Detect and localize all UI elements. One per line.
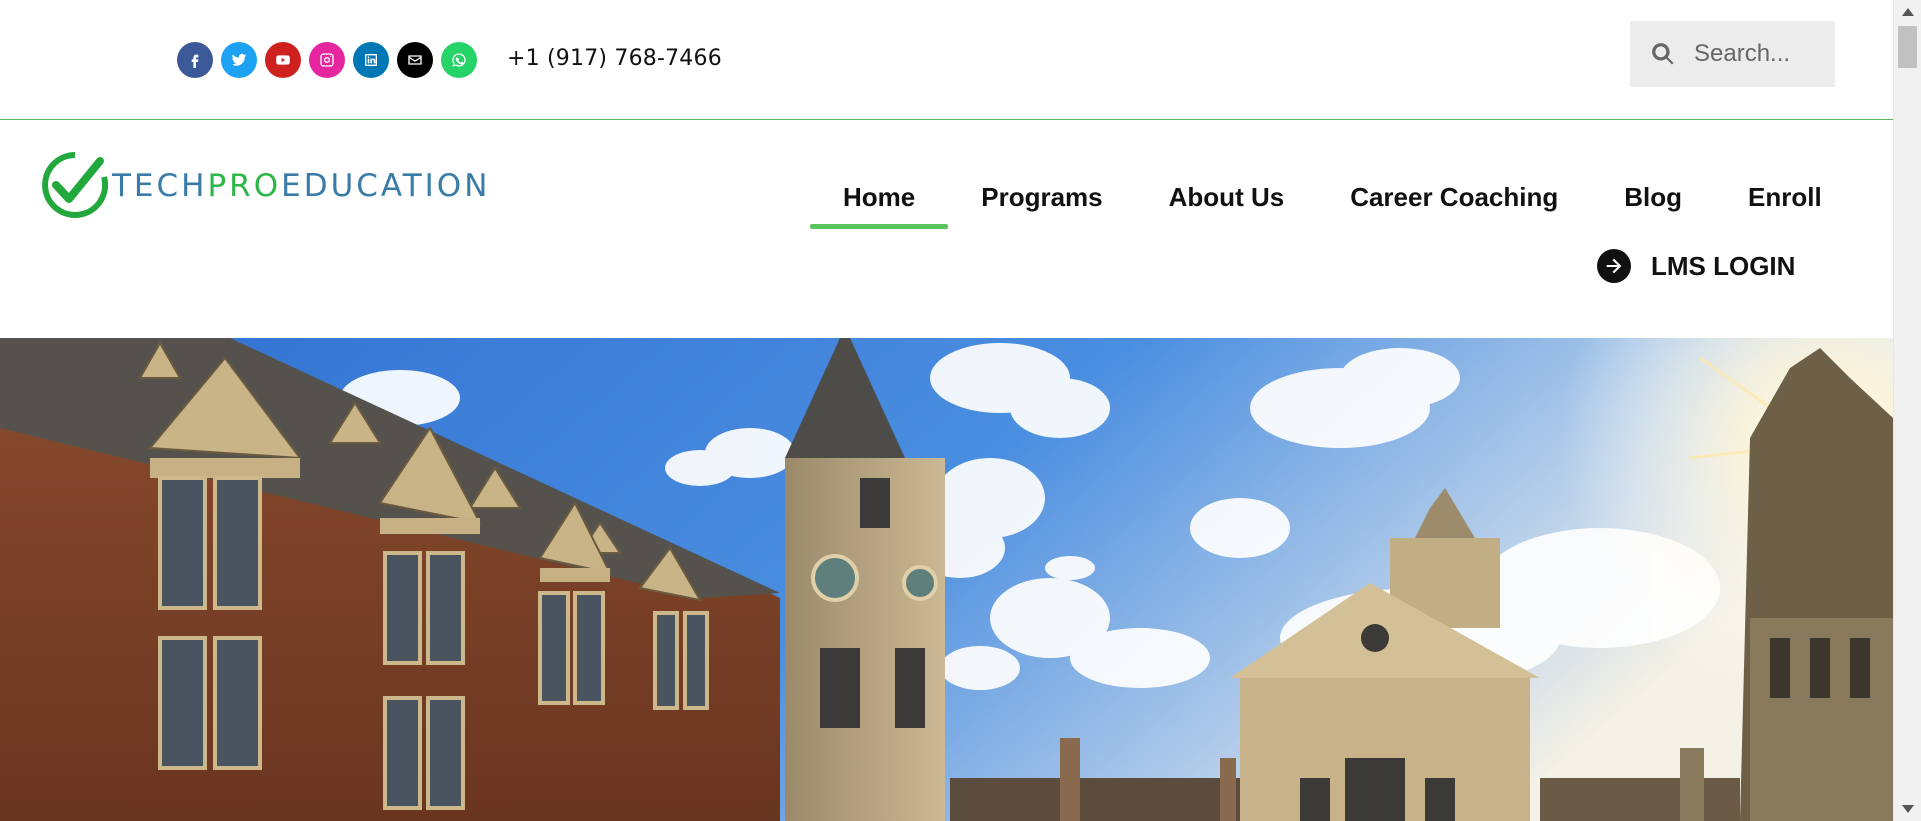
top-bar: +1 (917) 768-7466 <box>0 0 1893 120</box>
nav-item-home[interactable]: Home <box>810 165 949 229</box>
nav-item-enroll[interactable]: Enroll <box>1715 165 1822 229</box>
instagram-icon[interactable] <box>309 42 345 78</box>
envelope-icon[interactable] <box>397 42 433 78</box>
logo-text-tech: TECH <box>112 168 208 204</box>
logo-text-education: EDUCATION <box>281 168 491 204</box>
logo-wordmark: TECHPROEDUCATION <box>112 168 490 204</box>
main-header: TECHPROEDUCATION Home Programs About Us … <box>0 121 1893 338</box>
search-box[interactable] <box>1630 21 1835 87</box>
nav-item-about-us[interactable]: About Us <box>1136 165 1318 229</box>
arrow-right-circle-icon <box>1597 249 1631 283</box>
social-links <box>177 42 477 78</box>
phone-number[interactable]: +1 (917) 768-7466 <box>507 46 722 71</box>
whatsapp-icon[interactable] <box>441 42 477 78</box>
twitter-icon[interactable] <box>221 42 257 78</box>
youtube-icon[interactable] <box>265 42 301 78</box>
nav-item-programs[interactable]: Programs <box>948 165 1135 229</box>
facebook-icon[interactable] <box>177 42 213 78</box>
lms-login-label: LMS LOGIN <box>1651 250 1796 281</box>
scroll-thumb[interactable] <box>1898 26 1917 68</box>
university-buildings-image <box>0 338 1893 821</box>
search-icon[interactable] <box>1650 41 1676 67</box>
logo-text-pro: PRO <box>207 168 282 204</box>
site-logo[interactable]: TECHPROEDUCATION <box>42 151 490 219</box>
main-navigation: Home Programs About Us Career Coaching B… <box>810 165 1822 229</box>
scroll-down-arrow-icon[interactable] <box>1902 805 1914 813</box>
lms-login-button[interactable]: LMS LOGIN <box>1597 249 1795 283</box>
checkmark-logo-icon <box>42 152 108 218</box>
linkedin-icon[interactable] <box>353 42 389 78</box>
nav-item-blog[interactable]: Blog <box>1591 165 1715 229</box>
nav-item-career-coaching[interactable]: Career Coaching <box>1317 165 1591 229</box>
vertical-scrollbar[interactable] <box>1893 0 1921 821</box>
search-input[interactable] <box>1694 40 1824 68</box>
scroll-up-arrow-icon[interactable] <box>1902 8 1914 16</box>
hero-image <box>0 338 1893 821</box>
